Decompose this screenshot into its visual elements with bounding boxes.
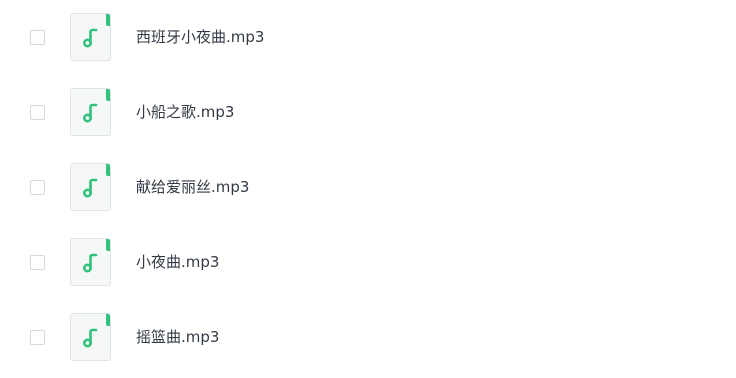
file-corner-tab — [106, 164, 110, 176]
audio-file-icon — [70, 313, 111, 361]
file-row[interactable]: 小夜曲.mp3 — [0, 225, 736, 300]
file-row[interactable]: 小船之歌.mp3 — [0, 75, 736, 150]
music-note-icon — [82, 28, 98, 48]
file-corner-tab — [106, 14, 110, 26]
music-note-icon — [82, 328, 98, 348]
file-name[interactable]: 小夜曲.mp3 — [136, 252, 219, 272]
file-corner-tab — [106, 239, 110, 251]
file-checkbox[interactable] — [30, 180, 45, 195]
file-list: 西班牙小夜曲.mp3 小船之歌.mp3 献给爱丽丝.mp3 小夜曲.mp3 摇篮… — [0, 0, 736, 378]
file-row[interactable]: 献给爱丽丝.mp3 — [0, 150, 736, 225]
audio-file-icon — [70, 163, 111, 211]
file-name[interactable]: 小船之歌.mp3 — [136, 102, 234, 122]
audio-file-icon — [70, 238, 111, 286]
audio-file-icon — [70, 88, 111, 136]
file-row[interactable]: 摇篮曲.mp3 — [0, 300, 736, 375]
file-checkbox[interactable] — [30, 105, 45, 120]
file-checkbox[interactable] — [30, 255, 45, 270]
file-checkbox[interactable] — [30, 30, 45, 45]
audio-file-icon — [70, 13, 111, 61]
music-note-icon — [82, 178, 98, 198]
file-name[interactable]: 献给爱丽丝.mp3 — [136, 177, 249, 197]
file-checkbox[interactable] — [30, 330, 45, 345]
file-name[interactable]: 摇篮曲.mp3 — [136, 327, 219, 347]
file-corner-tab — [106, 314, 110, 326]
music-note-icon — [82, 253, 98, 273]
file-name[interactable]: 西班牙小夜曲.mp3 — [136, 27, 264, 47]
file-corner-tab — [106, 89, 110, 101]
file-row[interactable]: 西班牙小夜曲.mp3 — [0, 0, 736, 75]
music-note-icon — [82, 103, 98, 123]
